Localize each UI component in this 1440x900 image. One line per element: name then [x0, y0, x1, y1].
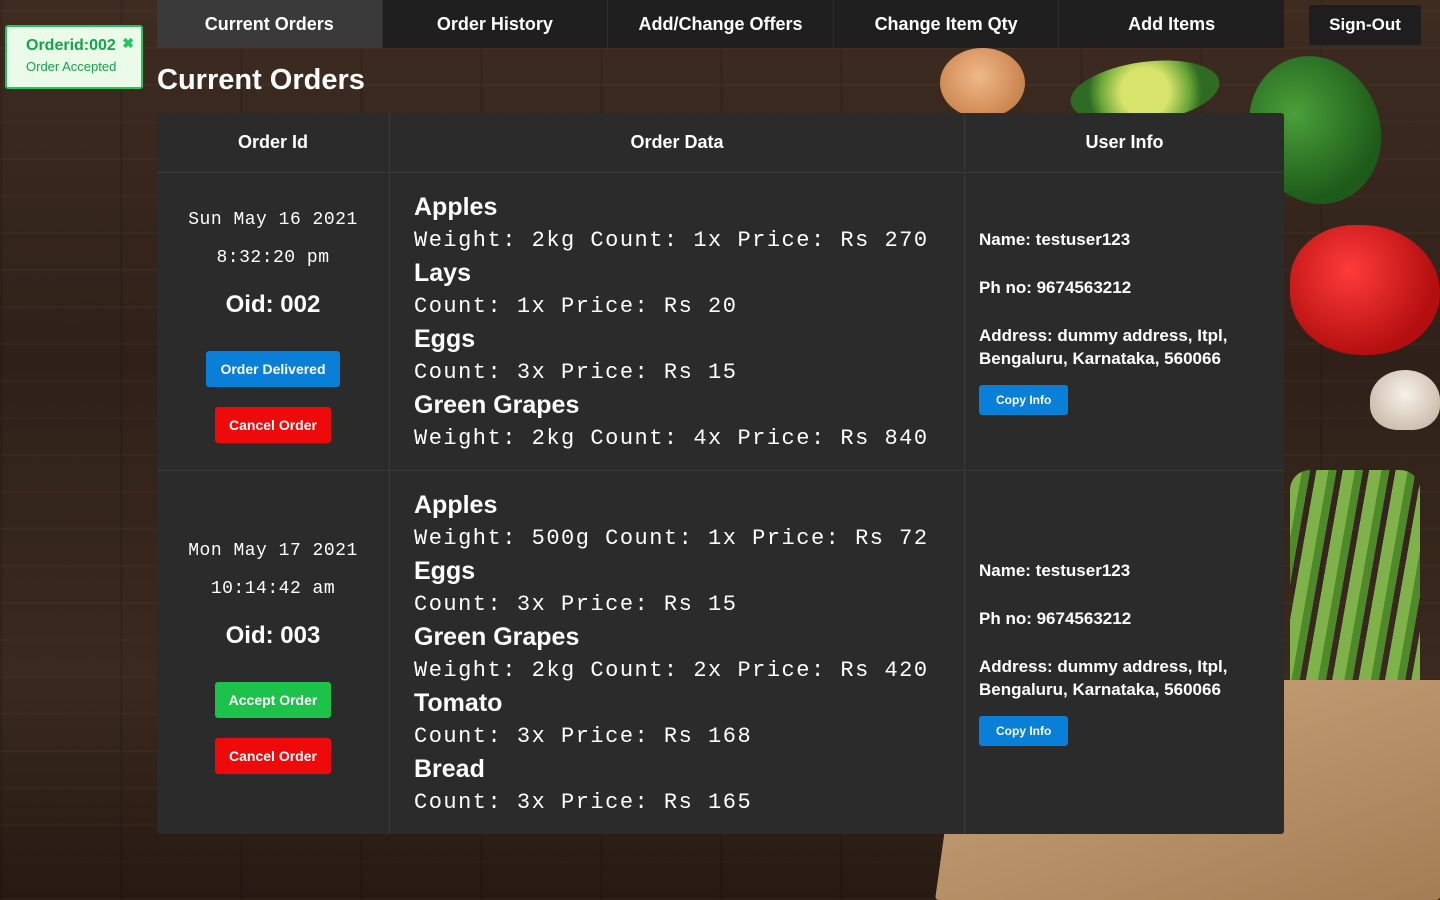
- order-date: Sun May 16 2021: [188, 209, 358, 230]
- user-phone: Ph no: 9674563212: [979, 278, 1132, 297]
- order-id-cell: Mon May 17 2021 10:14:42 am Oid: 003 Acc…: [157, 471, 390, 834]
- user-phone: Ph no: 9674563212: [979, 609, 1132, 628]
- tab-current-orders[interactable]: Current Orders: [157, 0, 383, 48]
- item-detail: Count: 3x Price: Rs 165: [414, 790, 753, 815]
- top-navbar: Current Orders Order History Add/Change …: [157, 0, 1284, 48]
- copy-info-button[interactable]: Copy Info: [979, 385, 1069, 415]
- item-detail: Count: 3x Price: Rs 168: [414, 724, 753, 749]
- accept-order-button[interactable]: Accept Order: [214, 681, 332, 718]
- toast-notification: Orderid:002 Order Accepted ✖: [5, 25, 143, 89]
- order-time: 10:14:42 am: [210, 578, 336, 599]
- toast-message: Order Accepted: [26, 59, 117, 74]
- background-egg-image: [940, 48, 1025, 118]
- item-name: Bread: [414, 755, 485, 783]
- tab-order-history[interactable]: Order History: [383, 0, 609, 48]
- item-name: Apples: [414, 193, 498, 221]
- item-detail: Count: 1x Price: Rs 20: [414, 294, 738, 319]
- orders-table: Order Id Order Data User Info Sun May 16…: [157, 113, 1284, 834]
- item-name: Eggs: [414, 325, 476, 353]
- tab-add-change-offers[interactable]: Add/Change Offers: [608, 0, 834, 48]
- column-header-order-data: Order Data: [390, 113, 965, 172]
- cancel-order-button[interactable]: Cancel Order: [215, 406, 331, 443]
- item-detail: Weight: 2kg Count: 4x Price: Rs 840: [414, 426, 929, 451]
- user-address: Address: dummy address, Itpl, Bengaluru,…: [979, 657, 1228, 699]
- order-oid: Oid: 003: [225, 621, 321, 649]
- sign-out-button[interactable]: Sign-Out: [1309, 5, 1421, 45]
- order-id-cell: Sun May 16 2021 8:32:20 pm Oid: 002 Orde…: [157, 173, 390, 470]
- order-data-cell: Apples Weight: 2kg Count: 1x Price: Rs 2…: [390, 173, 965, 470]
- column-header-user-info: User Info: [1085, 132, 1164, 152]
- item-name: Eggs: [414, 557, 476, 585]
- table-row: Mon May 17 2021 10:14:42 am Oid: 003 Acc…: [157, 471, 1284, 834]
- order-time: 8:32:20 pm: [216, 247, 330, 268]
- tab-change-item-qty[interactable]: Change Item Qty: [834, 0, 1060, 48]
- column-header-order-id: Order Id: [157, 113, 390, 172]
- background-mushroom-image: [1370, 370, 1440, 430]
- order-oid: Oid: 002: [225, 290, 321, 318]
- user-name: Name: testuser123: [979, 561, 1131, 580]
- copy-info-button[interactable]: Copy Info: [979, 716, 1069, 746]
- user-name: Name: testuser123: [979, 230, 1131, 249]
- item-detail: Weight: 2kg Count: 2x Price: Rs 420: [414, 658, 929, 683]
- background-asparagus-image: [1290, 470, 1420, 710]
- close-icon[interactable]: ✖: [122, 35, 134, 52]
- item-name: Lays: [414, 259, 471, 287]
- item-detail: Weight: 500g Count: 1x Price: Rs 72: [414, 526, 929, 551]
- item-name: Apples: [414, 491, 498, 519]
- table-row: Sun May 16 2021 8:32:20 pm Oid: 002 Orde…: [157, 173, 1284, 471]
- user-info-cell: Name: testuser123 Ph no: 9674563212 Addr…: [965, 173, 1284, 470]
- item-detail: Count: 3x Price: Rs 15: [414, 360, 738, 385]
- item-name: Green Grapes: [414, 391, 580, 419]
- tab-add-items[interactable]: Add Items: [1059, 0, 1284, 48]
- table-header: Order Id Order Data User Info: [157, 113, 1284, 173]
- item-detail: Count: 3x Price: Rs 15: [414, 592, 738, 617]
- item-detail: Weight: 2kg Count: 1x Price: Rs 270: [414, 228, 929, 253]
- cancel-order-button[interactable]: Cancel Order: [215, 737, 331, 774]
- page-title: Current Orders: [157, 64, 365, 96]
- background-pepper-image: [1290, 225, 1440, 355]
- user-address: Address: dummy address, Itpl, Bengaluru,…: [979, 326, 1228, 368]
- user-info-cell: Name: testuser123 Ph no: 9674563212 Addr…: [965, 471, 1284, 834]
- order-data-cell: Apples Weight: 500g Count: 1x Price: Rs …: [390, 471, 965, 834]
- item-name: Green Grapes: [414, 623, 580, 651]
- order-delivered-button[interactable]: Order Delivered: [206, 350, 340, 387]
- item-name: Tomato: [414, 689, 503, 717]
- order-date: Mon May 17 2021: [188, 540, 358, 561]
